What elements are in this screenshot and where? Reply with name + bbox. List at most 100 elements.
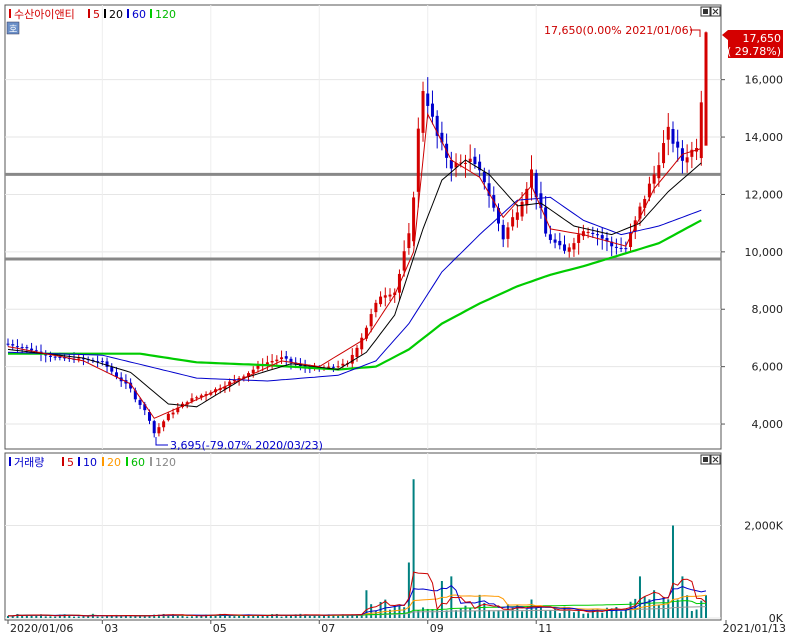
volume-bar [690, 610, 693, 618]
volume-bar [35, 615, 38, 618]
volume-bar [308, 616, 311, 618]
candle-body [275, 359, 279, 362]
vlegend-marker-ma20 [102, 457, 104, 466]
y-axis-labels: 4,0006,0008,00010,00012,00014,00016,0000… [721, 74, 784, 625]
candle-body [652, 174, 656, 184]
volume-bar [289, 615, 292, 618]
candle-body [336, 366, 340, 368]
candle-body [412, 197, 416, 242]
vlegend-marker-title [9, 457, 11, 466]
volume-bar [44, 616, 47, 618]
candle-body [482, 171, 486, 183]
legend-ma60: 60 [132, 8, 146, 21]
volume-bar [587, 613, 590, 618]
price-tick-label: 4,000 [752, 418, 784, 431]
price-tick-label: 12,000 [745, 188, 784, 201]
volume-bar [653, 590, 656, 618]
volume-bar [530, 599, 533, 618]
volume-bar [101, 616, 104, 618]
volume-bar [252, 615, 255, 618]
candle-body [15, 346, 19, 348]
volume-bar [497, 610, 500, 618]
volume-bar [422, 607, 425, 618]
last-price-change: ( 29.78%) [727, 45, 781, 58]
volume-bar [620, 611, 623, 618]
date-tick-label: 2021/01/13 [723, 622, 786, 635]
candle-body [25, 347, 29, 349]
candle-body [548, 234, 552, 240]
candle-body [506, 227, 510, 239]
candle-body [162, 421, 166, 428]
candle-body [407, 233, 411, 249]
candle-body [553, 239, 557, 243]
candle-body [402, 251, 406, 271]
volume-bar [120, 616, 123, 618]
candle-body [515, 212, 519, 220]
volume-bar [190, 616, 193, 618]
price-minimize-glyph [703, 9, 708, 14]
candle-body-last [704, 32, 708, 146]
candle-body [624, 248, 628, 250]
vlegend-ma20: 20 [107, 456, 121, 469]
volume-bar [49, 616, 52, 618]
volume-bar [469, 607, 472, 618]
volume-bar [393, 605, 396, 618]
candle-body [327, 366, 331, 368]
candle-body [355, 347, 359, 357]
candle-body [468, 158, 472, 162]
candle-body [48, 355, 52, 357]
volume-bar [440, 581, 443, 618]
candle-body [600, 235, 604, 239]
volume-minimize-glyph [703, 457, 708, 462]
candle-body [6, 343, 10, 345]
volume-bar [337, 615, 340, 618]
candle-body [369, 314, 373, 327]
candle-body [430, 103, 434, 117]
candle-body [138, 400, 142, 405]
vlegend-marker-ma10 [78, 457, 80, 466]
volume-bar [106, 615, 109, 618]
candle-body [284, 356, 288, 359]
candle-body [195, 397, 199, 399]
candle-body [166, 413, 170, 421]
volume-bar [464, 605, 467, 618]
candle-body [563, 244, 567, 251]
candle-body [331, 366, 335, 368]
volume-bar [313, 615, 316, 618]
candle-body [171, 412, 175, 415]
last-price-value: 17,650 [743, 32, 782, 45]
candle-body [416, 128, 420, 192]
candle-body [619, 247, 623, 249]
candle-body [426, 93, 430, 106]
volume-bar [407, 562, 410, 618]
vlegend-ma120: 120 [155, 456, 176, 469]
date-tick-label: 05 [213, 622, 227, 635]
volume-bar [124, 615, 127, 618]
vlegend-ma60: 60 [131, 456, 145, 469]
volume-bar [256, 615, 259, 618]
candle-body [520, 201, 524, 217]
legend-marker-ma60 [127, 9, 129, 18]
volume-bar [21, 615, 24, 618]
volume-bar [63, 614, 66, 618]
volume-bar [544, 610, 547, 618]
candle-body [105, 361, 109, 367]
volume-bar [96, 616, 99, 618]
panel-toggle-glyph: 호 [9, 24, 17, 35]
volume-bar [539, 606, 542, 618]
price-tick-label: 16,000 [745, 74, 784, 87]
legend-marker-ma120 [150, 9, 152, 18]
candle-body [152, 421, 156, 434]
volume-bar [676, 599, 679, 618]
candle-body [30, 348, 34, 351]
volume-bar [271, 614, 274, 618]
candle-body [270, 361, 274, 363]
candle-body [685, 157, 689, 163]
price-panel [4, 4, 722, 450]
candle-body [577, 234, 581, 243]
volume-bar [134, 616, 137, 618]
candle-body [34, 350, 38, 352]
volume-bar [242, 615, 245, 618]
candle-body [614, 246, 618, 248]
candle-body [20, 347, 24, 349]
